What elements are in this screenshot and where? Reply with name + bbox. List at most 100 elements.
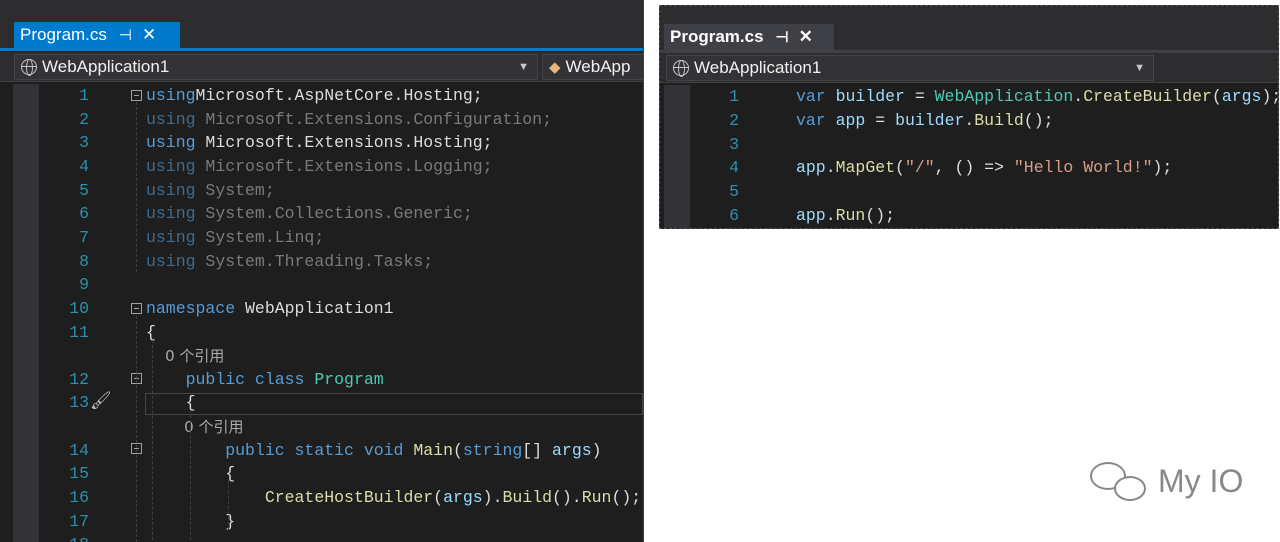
code-line[interactable]: 2 using Microsoft.Extensions.Configuratio… [0, 108, 643, 132]
code-token: ( [1211, 87, 1222, 106]
code-text: using Microsoft.Extensions.Logging; [146, 155, 493, 179]
tab-accent-bar [0, 48, 643, 51]
tab-strip: Program.cs ⊣ ✕ [660, 6, 1278, 53]
code-line[interactable]: 17 } [0, 510, 643, 534]
pin-icon[interactable]: ⊣ [776, 28, 789, 46]
code-line[interactable]: 5 using System; [0, 179, 643, 203]
code-token: using [146, 180, 196, 200]
line-number: 16 [69, 488, 89, 508]
tab-program-cs[interactable]: Program.cs ⊣ ✕ [14, 22, 180, 48]
code-line[interactable]: 13 { [0, 391, 643, 415]
code-line[interactable]: 15 { [0, 462, 643, 486]
code-token: { [146, 322, 156, 342]
code-token: ) [591, 440, 602, 460]
line-number: 13 [69, 393, 89, 413]
code-line[interactable]: 3 [660, 133, 1278, 157]
globe-icon [21, 59, 37, 76]
code-token: System.Threading.Tasks; [195, 251, 434, 271]
code-text: var builder = WebApplication.CreateBuild… [796, 85, 1278, 109]
collapse-toggle-icon[interactable] [131, 90, 142, 101]
line-number: 1 [729, 87, 739, 106]
code-token: ( [895, 158, 905, 178]
indent-guide [152, 340, 153, 540]
code-line[interactable]: 18 [0, 533, 643, 542]
code-text: usingMicrosoft.AspNetCore.Hosting; [146, 84, 483, 108]
code-token: CreateBuilder [1083, 87, 1212, 106]
wechat-icon [1088, 458, 1152, 504]
code-token: app [835, 110, 866, 130]
close-icon[interactable]: ✕ [142, 25, 156, 45]
project-dropdown[interactable]: WebApplication1 ▼ [14, 54, 538, 80]
code-token: builder [835, 87, 905, 106]
code-token: 0 个引用 [146, 418, 244, 437]
code-line[interactable]: 1 usingMicrosoft.AspNetCore.Hosting; [0, 84, 643, 108]
member-dropdown-label: WebApp [565, 57, 631, 76]
code-line[interactable]: 11 { [0, 321, 643, 345]
code-token: = [904, 87, 935, 106]
code-token: Microsoft.Extensions.Hosting; [195, 133, 493, 153]
left-editor-window: Program.cs ⊣ ✕ WebApplication1 ▼ ◆ WebAp… [0, 0, 644, 542]
chevron-down-icon[interactable]: ▼ [1134, 62, 1145, 74]
code-token: = [865, 110, 896, 130]
code-line[interactable]: 6 app.Run(); [660, 204, 1278, 228]
tab-program-cs[interactable]: Program.cs ⊣ ✕ [664, 24, 834, 50]
code-token: Program [314, 369, 384, 389]
watermark-text: My IO [1158, 462, 1244, 499]
indent-guide [136, 316, 137, 542]
code-token: ( [452, 440, 463, 460]
indent-guide [136, 102, 137, 272]
code-line[interactable]: 14 public static void Main(string[] args… [0, 439, 643, 463]
code-line[interactable]: 6 using System.Collections.Generic; [0, 202, 643, 226]
pin-icon[interactable]: ⊣ [119, 26, 132, 44]
code-token: . [1073, 87, 1084, 106]
line-number: 6 [79, 204, 89, 224]
project-dropdown-label: WebApplication1 [42, 57, 170, 76]
code-token: using [146, 251, 196, 271]
code-line[interactable]: 8 using System.Threading.Tasks; [0, 250, 643, 274]
code-text: var app = builder.Build(); [796, 109, 1054, 133]
line-number: 12 [69, 369, 89, 389]
code-token: using [146, 133, 196, 153]
code-line[interactable]: 4 using Microsoft.Extensions.Logging; [0, 155, 643, 179]
code-text: using Microsoft.Extensions.Configuration… [146, 108, 552, 132]
code-line[interactable]: 0 个引用 [0, 415, 643, 439]
code-line[interactable]: 9 [0, 273, 643, 297]
tab-title: Program.cs [670, 27, 764, 46]
code-text: { [146, 321, 156, 345]
code-token: using [146, 227, 196, 247]
project-dropdown[interactable]: WebApplication1 ▼ [666, 55, 1154, 81]
code-line[interactable]: 4 app.MapGet("/", () => "Hello World!"); [660, 156, 1278, 180]
tab-strip: Program.cs ⊣ ✕ [0, 0, 643, 51]
chevron-down-icon[interactable]: ▼ [518, 61, 529, 73]
globe-icon [673, 60, 689, 77]
code-line[interactable]: 1 var builder = WebApplication.CreateBuil… [660, 85, 1278, 109]
line-number: 7 [79, 227, 89, 247]
code-token: System.Linq; [195, 227, 325, 247]
code-line[interactable]: 2 var app = builder.Build(); [660, 109, 1278, 133]
line-number: 5 [79, 180, 89, 200]
collapse-toggle-icon[interactable] [131, 303, 142, 314]
code-token: Microsoft.AspNetCore.Hosting; [195, 86, 483, 105]
code-text: using System; [146, 179, 275, 203]
code-line[interactable]: 5 [660, 180, 1278, 204]
code-token: WebApplication [934, 87, 1074, 106]
code-line[interactable]: 12 public class Program [0, 368, 643, 392]
code-line[interactable]: 16 CreateHostBuilder(args).Build().Run()… [0, 486, 643, 510]
member-dropdown[interactable]: ◆ WebApp [542, 54, 643, 80]
code-token: using [146, 86, 196, 105]
code-token: using [146, 109, 196, 129]
code-text: using System.Threading.Tasks; [146, 250, 433, 274]
code-line[interactable]: 0 个引用 [0, 344, 643, 368]
code-token: (). [552, 488, 582, 508]
right-editor-window: Program.cs ⊣ ✕ WebApplication1 ▼ 1 var bu… [659, 5, 1279, 229]
code-line[interactable]: 10 namespace WebApplication1 [0, 297, 643, 321]
code-token: Microsoft.Extensions.Logging; [195, 156, 493, 176]
close-icon[interactable]: ✕ [799, 27, 813, 47]
code-line[interactable]: 7 using System.Linq; [0, 226, 643, 250]
line-number: 4 [729, 158, 739, 178]
code-line[interactable]: 3 using Microsoft.Extensions.Hosting; [0, 131, 643, 155]
code-token: { [146, 393, 196, 413]
